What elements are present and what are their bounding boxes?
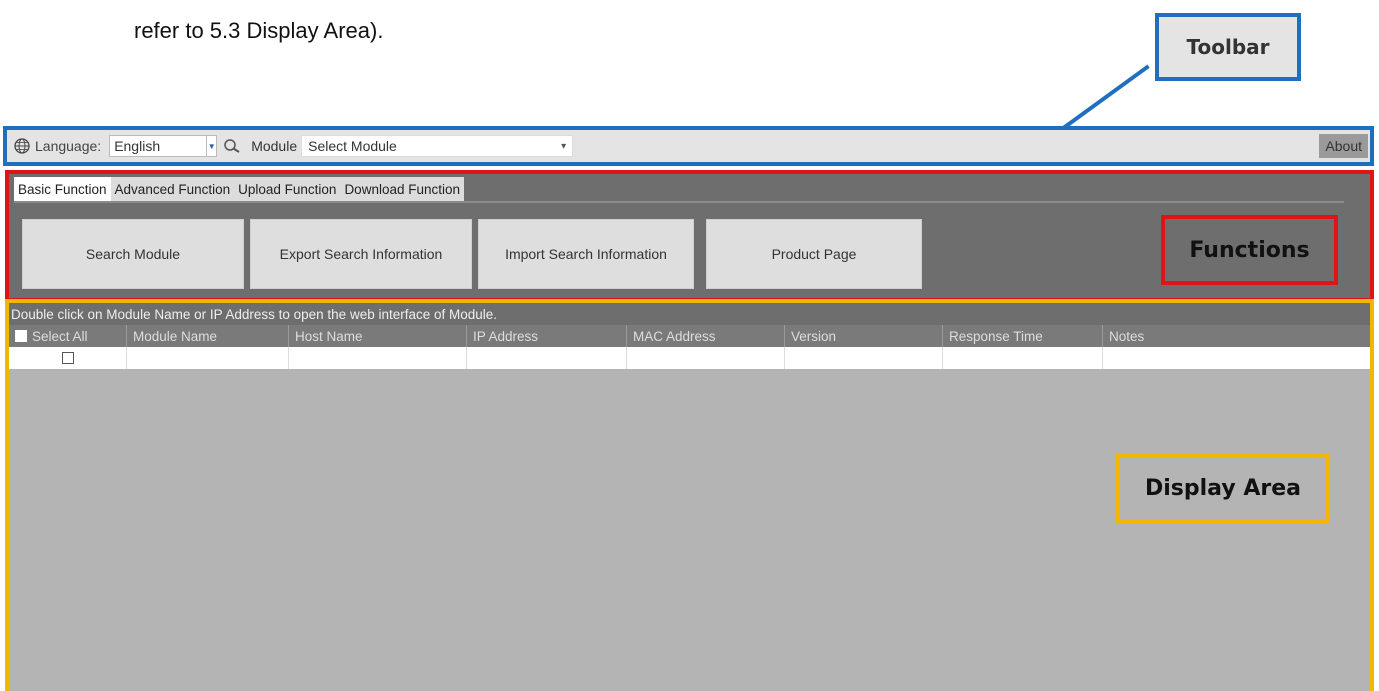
language-label: Language:	[35, 138, 102, 154]
toolbar-leader-line	[1060, 64, 1150, 132]
display-hint: Double click on Module Name or IP Addres…	[9, 303, 1370, 325]
column-version[interactable]: Version	[785, 325, 943, 347]
chevron-down-icon[interactable]: ▼	[207, 135, 218, 157]
functions-callout: Functions	[1161, 215, 1338, 285]
select-all-label: Select All	[32, 328, 88, 344]
column-mac-address[interactable]: MAC Address	[627, 325, 785, 347]
globe-icon	[13, 137, 31, 155]
module-table-header: Select All Module Name Host Name IP Addr…	[9, 325, 1370, 347]
tab-download-function[interactable]: Download Function	[340, 177, 464, 201]
table-cell	[943, 347, 1103, 369]
table-row[interactable]	[9, 347, 1370, 369]
product-page-button[interactable]: Product Page	[706, 219, 922, 289]
chevron-down-icon: ▾	[561, 140, 567, 152]
column-ip-address[interactable]: IP Address	[467, 325, 627, 347]
column-notes[interactable]: Notes	[1103, 325, 1370, 347]
select-all-header[interactable]: Select All	[9, 325, 127, 347]
toolbar: Language: English ▼ Module Select Module…	[7, 130, 1370, 162]
row-select-cell[interactable]	[9, 347, 127, 369]
row-checkbox[interactable]	[61, 352, 74, 364]
column-module-name[interactable]: Module Name	[127, 325, 289, 347]
tab-upload-function[interactable]: Upload Function	[234, 177, 340, 201]
column-host-name[interactable]: Host Name	[289, 325, 467, 347]
module-select[interactable]: Select Module ▾	[301, 135, 574, 157]
column-response-time[interactable]: Response Time	[943, 325, 1103, 347]
table-cell	[785, 347, 943, 369]
table-cell	[627, 347, 785, 369]
tab-advanced-function[interactable]: Advanced Function	[111, 177, 235, 201]
display-area-callout: Display Area	[1116, 453, 1330, 523]
import-search-information-button[interactable]: Import Search Information	[478, 219, 694, 289]
language-select[interactable]: English	[109, 135, 208, 157]
module-select-value: Select Module	[308, 138, 397, 154]
module-label: Module	[247, 138, 302, 154]
select-all-checkbox[interactable]	[15, 330, 27, 342]
search-module-button[interactable]: Search Module	[22, 219, 244, 289]
table-cell[interactable]	[467, 347, 627, 369]
intro-text: refer to 5.3 Display Area).	[134, 18, 384, 43]
tab-basic-function[interactable]: Basic Function	[14, 177, 111, 201]
search-icon	[223, 137, 241, 155]
toolbar-callout: Toolbar	[1155, 13, 1301, 81]
basic-function-panel: Search Module Export Search Information …	[14, 201, 1344, 295]
table-cell[interactable]	[127, 347, 289, 369]
about-button[interactable]: About	[1319, 134, 1368, 158]
export-search-information-button[interactable]: Export Search Information	[250, 219, 472, 289]
function-tabs: Basic Function Advanced Function Upload …	[14, 177, 465, 201]
table-cell	[1103, 347, 1370, 369]
table-cell	[289, 347, 467, 369]
